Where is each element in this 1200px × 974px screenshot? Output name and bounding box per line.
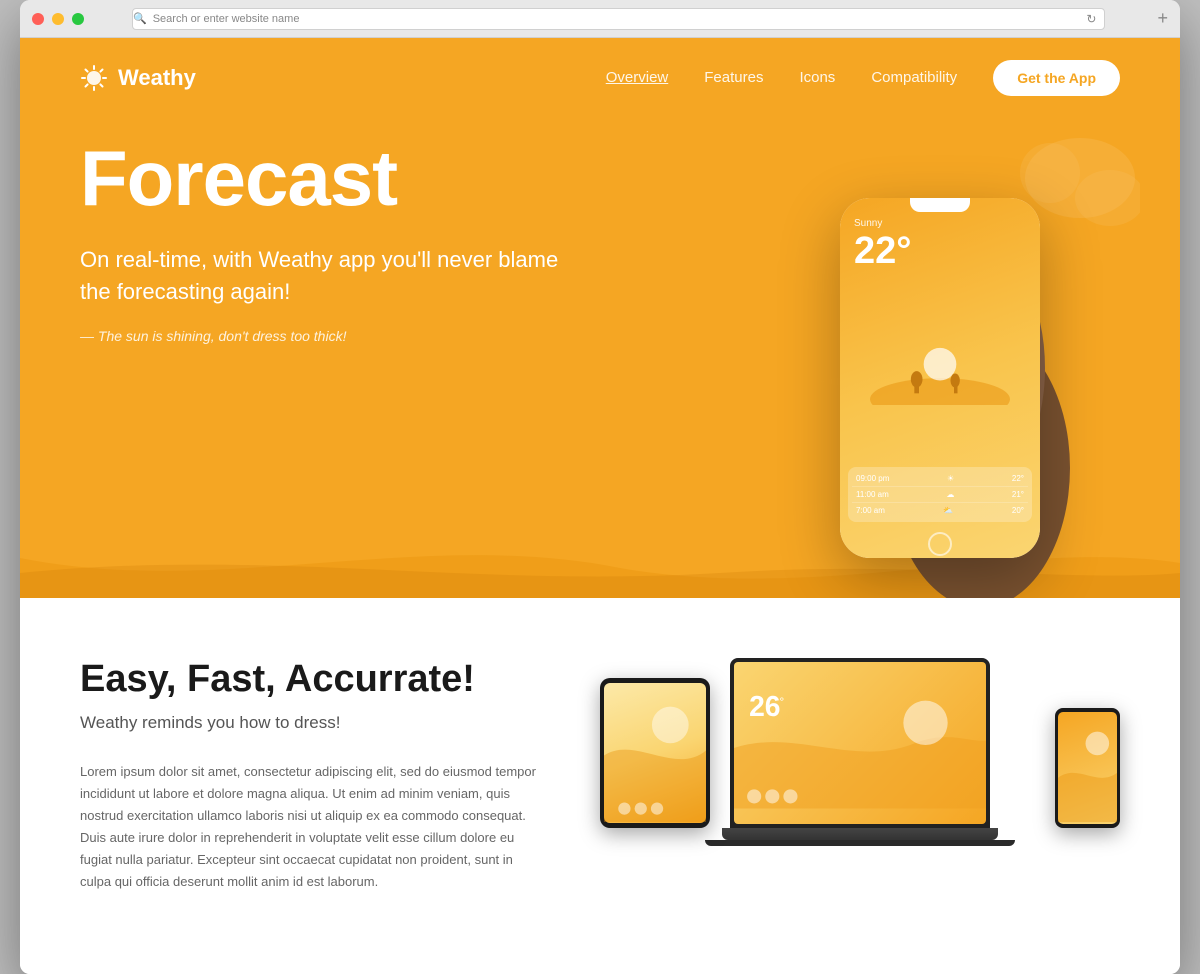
time-3: 7:00 am: [856, 506, 885, 515]
laptop-mockup: 26 °: [705, 658, 1015, 846]
icon-3: ⛅: [943, 506, 953, 515]
search-icon: 🔍: [133, 12, 147, 25]
features-devices: 26 °: [600, 658, 1120, 846]
mobile-mockup: [1055, 708, 1120, 828]
minimize-button[interactable]: [52, 13, 64, 25]
browser-content: Weathy Overview Features Icons Compatibi…: [20, 38, 1180, 974]
tablet-weather-scene: [604, 683, 706, 823]
reload-icon[interactable]: ↻: [1086, 12, 1096, 26]
features-section: Easy, Fast, Accurrate! Weathy reminds yo…: [20, 598, 1180, 974]
hero-section: Weathy Overview Features Icons Compatibi…: [20, 38, 1180, 598]
time-2: 11:00 am: [856, 490, 889, 499]
weather-scene-icon: [870, 335, 1010, 405]
phone-notch: [910, 198, 970, 212]
laptop-screen-body: 26 °: [730, 658, 990, 828]
nav-link-icons[interactable]: Icons: [799, 69, 835, 86]
features-subtitle: Weathy reminds you how to dress!: [80, 713, 540, 733]
phone-weather-illustration: [840, 273, 1040, 467]
time-1: 09:00 pm: [856, 474, 889, 483]
maximize-button[interactable]: [72, 13, 84, 25]
hero-subtitle: On real-time, with Weathy app you'll nev…: [80, 244, 580, 308]
get-app-button[interactable]: Get the App: [993, 60, 1120, 96]
icon-1: ☀: [947, 474, 954, 483]
tablet-screen: [604, 683, 706, 823]
temp-2: 21°: [1012, 490, 1024, 499]
logo-text: Weathy: [118, 65, 196, 91]
features-text: Easy, Fast, Accurrate! Weathy reminds yo…: [80, 658, 540, 894]
nav-links: Overview Features Icons Compatibility: [606, 69, 957, 87]
logo-icon: [80, 64, 108, 92]
address-text: Search or enter website name: [153, 13, 300, 25]
address-bar[interactable]: 🔍 Search or enter website name ↻: [132, 8, 1105, 30]
hero-content: Forecast On real-time, with Weathy app y…: [20, 118, 680, 444]
mobile-weather-scene: [1058, 712, 1117, 824]
nav-item-overview[interactable]: Overview: [606, 69, 669, 87]
nav-item-compatibility[interactable]: Compatibility: [871, 69, 957, 87]
svg-text:°: °: [779, 695, 784, 709]
nav-link-compatibility[interactable]: Compatibility: [871, 69, 957, 86]
navigation: Weathy Overview Features Icons Compatibi…: [20, 38, 1180, 118]
laptop-base: [722, 828, 998, 840]
features-title: Easy, Fast, Accurrate!: [80, 658, 540, 701]
logo[interactable]: Weathy: [80, 64, 606, 92]
close-button[interactable]: [32, 13, 44, 25]
phone-screen: Sunny 22°: [840, 198, 1040, 558]
features-body: Lorem ipsum dolor sit amet, consectetur …: [80, 761, 540, 894]
nav-item-features[interactable]: Features: [704, 69, 763, 87]
phone-hourly-list: 09:00 pm ☀ 22° 11:00 am ☁ 21° 7:00 am: [848, 467, 1032, 522]
laptop-screen-content: 26 °: [734, 662, 986, 824]
browser-window: 🔍 Search or enter website name ↻ +: [20, 0, 1180, 974]
mobile-screen: [1058, 712, 1117, 824]
phone-home-button-area: [840, 530, 1040, 558]
icon-2: ☁: [946, 490, 954, 499]
laptop-foot: [705, 840, 1015, 846]
tablet-mockup: [600, 678, 710, 828]
laptop-weather-scene: 26 °: [734, 662, 986, 824]
phone-list-row-2: 11:00 am ☁ 21°: [852, 487, 1028, 503]
browser-titlebar: 🔍 Search or enter website name ↻ +: [20, 0, 1180, 38]
temp-1: 22°: [1012, 474, 1024, 483]
nav-item-icons[interactable]: Icons: [799, 69, 835, 87]
hero-tagline: — The sun is shining, don't dress too th…: [80, 328, 620, 344]
phone-list-row-1: 09:00 pm ☀ 22°: [852, 471, 1028, 487]
phone-frame: Sunny 22°: [840, 198, 1040, 558]
svg-text:26: 26: [749, 690, 780, 722]
phone-list-row-3: 7:00 am ⛅ 20°: [852, 503, 1028, 518]
nav-link-features[interactable]: Features: [704, 69, 763, 86]
hero-title: Forecast: [80, 138, 620, 220]
temp-3: 20°: [1012, 506, 1024, 515]
nav-link-overview[interactable]: Overview: [606, 69, 669, 86]
phone-temperature: 22°: [840, 231, 1040, 273]
phone-condition: Sunny: [840, 212, 1040, 231]
new-tab-button[interactable]: +: [1157, 8, 1168, 29]
phone-home-button: [928, 532, 952, 556]
